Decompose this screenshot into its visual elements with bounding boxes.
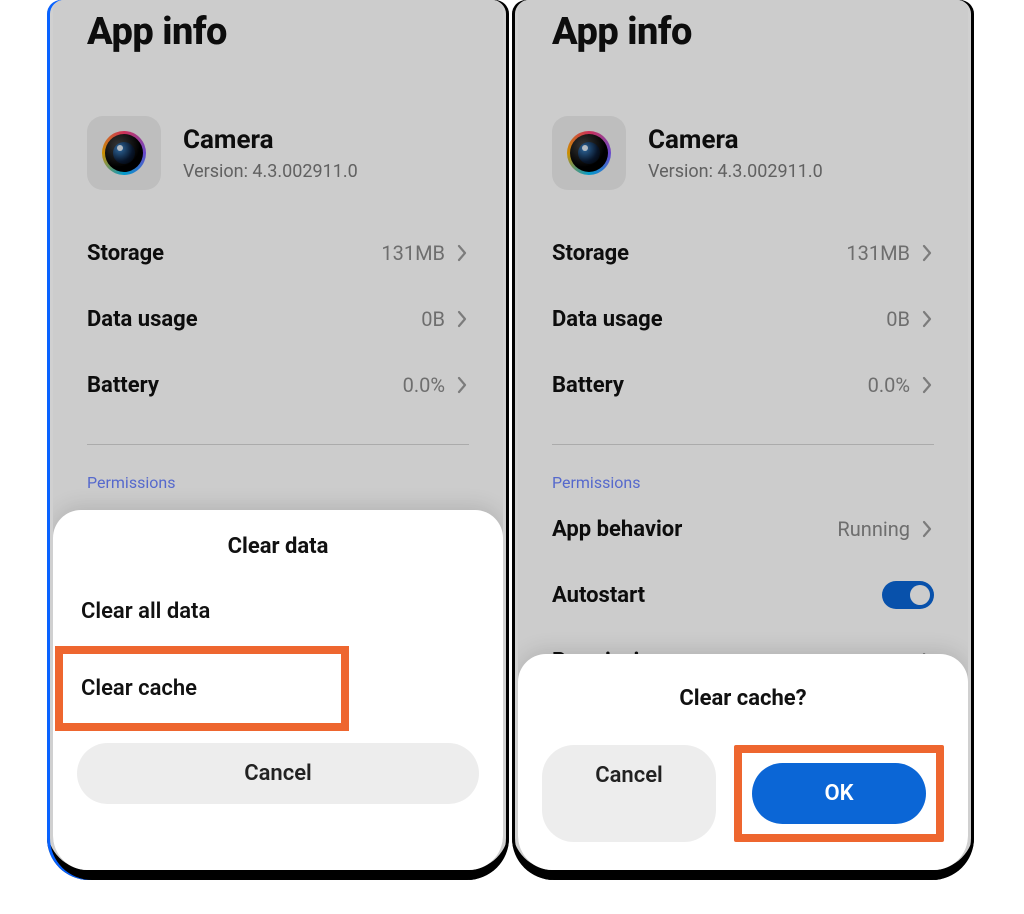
app-version: Version: 4.3.002911.0 bbox=[648, 161, 823, 182]
row-battery-label: Battery bbox=[552, 373, 624, 398]
row-autostart[interactable]: Autostart bbox=[552, 562, 934, 628]
row-storage-value: 131MB bbox=[846, 241, 934, 265]
app-meta: Camera Version: 4.3.002911.0 bbox=[648, 125, 823, 182]
app-name: Camera bbox=[183, 125, 358, 155]
clear-cache-highlight: Clear cache bbox=[55, 646, 349, 731]
ok-button[interactable]: OK bbox=[752, 763, 926, 824]
row-battery[interactable]: Battery 0.0% bbox=[87, 352, 469, 418]
row-data-usage-label: Data usage bbox=[87, 307, 198, 332]
chevron-right-icon bbox=[920, 244, 934, 262]
row-data-usage-label: Data usage bbox=[552, 307, 663, 332]
screen-left: App info Camera Version: 4.3.002911.0 St… bbox=[53, 0, 503, 870]
row-storage-label: Storage bbox=[87, 241, 164, 266]
row-app-behavior[interactable]: App behavior Running bbox=[552, 496, 934, 562]
divider bbox=[87, 444, 469, 445]
row-app-behavior-value: Running bbox=[837, 517, 934, 541]
row-storage[interactable]: Storage 131MB bbox=[87, 220, 469, 286]
clear-all-data-option[interactable]: Clear all data bbox=[77, 577, 479, 646]
camera-app-icon bbox=[552, 116, 626, 190]
camera-app-icon bbox=[87, 116, 161, 190]
clear-data-title: Clear data bbox=[77, 534, 479, 559]
page-title: App info bbox=[552, 0, 934, 54]
app-name: Camera bbox=[648, 125, 823, 155]
camera-lens-icon bbox=[567, 131, 611, 175]
page-title: App info bbox=[87, 0, 469, 54]
row-battery-value: 0.0% bbox=[868, 373, 934, 397]
phone-left: App info Camera Version: 4.3.002911.0 St… bbox=[47, 0, 509, 880]
permissions-heading: Permissions bbox=[87, 473, 469, 492]
camera-lens-icon bbox=[102, 131, 146, 175]
stage: App info Camera Version: 4.3.002911.0 St… bbox=[0, 0, 1024, 914]
chevron-right-icon bbox=[455, 376, 469, 394]
permissions-heading: Permissions bbox=[552, 473, 934, 492]
clear-cache-confirm-sheet: Clear cache? Cancel OK bbox=[518, 654, 968, 870]
row-data-usage-value: 0B bbox=[421, 307, 469, 331]
chevron-right-icon bbox=[920, 310, 934, 328]
cancel-button[interactable]: Cancel bbox=[77, 743, 479, 804]
clear-data-sheet: Clear data Clear all data Clear cache Ca… bbox=[53, 510, 503, 870]
row-app-behavior-label: App behavior bbox=[552, 517, 682, 542]
divider bbox=[552, 444, 934, 445]
chevron-right-icon bbox=[455, 244, 469, 262]
row-battery[interactable]: Battery 0.0% bbox=[552, 352, 934, 418]
row-autostart-label: Autostart bbox=[552, 583, 645, 608]
clear-cache-confirm-title: Clear cache? bbox=[542, 686, 944, 711]
row-battery-value: 0.0% bbox=[403, 373, 469, 397]
row-storage-label: Storage bbox=[552, 241, 629, 266]
row-data-usage[interactable]: Data usage 0B bbox=[87, 286, 469, 352]
chevron-right-icon bbox=[920, 376, 934, 394]
confirm-button-row: Cancel OK bbox=[542, 745, 944, 842]
phone-right: App info Camera Version: 4.3.002911.0 St… bbox=[512, 0, 974, 880]
cancel-button[interactable]: Cancel bbox=[542, 745, 716, 842]
ok-highlight: OK bbox=[734, 745, 944, 842]
chevron-right-icon bbox=[920, 520, 934, 538]
row-data-usage-value: 0B bbox=[886, 307, 934, 331]
row-storage[interactable]: Storage 131MB bbox=[552, 220, 934, 286]
screen-right: App info Camera Version: 4.3.002911.0 St… bbox=[518, 0, 968, 870]
row-data-usage[interactable]: Data usage 0B bbox=[552, 286, 934, 352]
app-header-row: Camera Version: 4.3.002911.0 bbox=[552, 116, 934, 190]
autostart-toggle[interactable] bbox=[882, 581, 934, 609]
app-version: Version: 4.3.002911.0 bbox=[183, 161, 358, 182]
chevron-right-icon bbox=[455, 310, 469, 328]
row-battery-label: Battery bbox=[87, 373, 159, 398]
clear-cache-option[interactable]: Clear cache bbox=[63, 654, 341, 723]
app-header-row: Camera Version: 4.3.002911.0 bbox=[87, 116, 469, 190]
row-storage-value: 131MB bbox=[381, 241, 469, 265]
app-meta: Camera Version: 4.3.002911.0 bbox=[183, 125, 358, 182]
